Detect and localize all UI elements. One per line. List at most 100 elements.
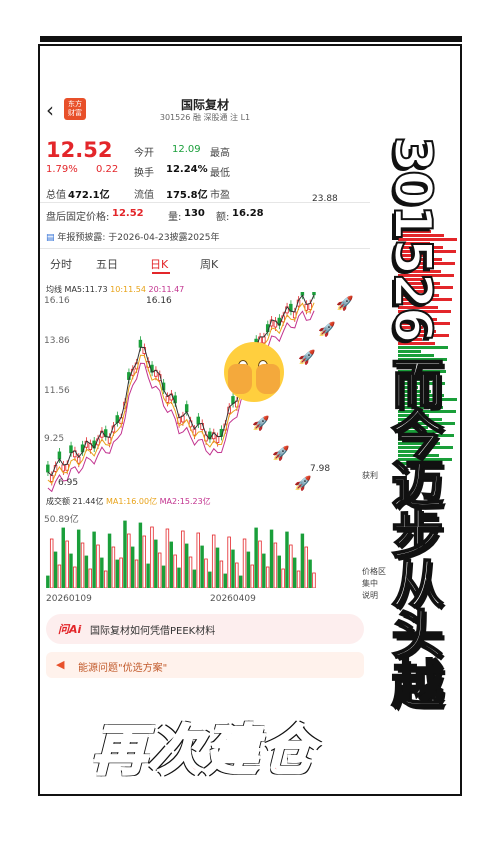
vertical-slogan: 301526 而今迈步从头越: [362, 46, 460, 794]
volume-bar: [61, 527, 65, 588]
volume-bar: [304, 546, 308, 588]
volume-ma2: MA2:15.23亿: [159, 497, 211, 506]
volume-bar: [142, 535, 146, 588]
volume-bar: [289, 544, 293, 588]
top-border: [40, 36, 462, 42]
face-covering-emoji: [224, 342, 284, 402]
megaphone-icon: ◀: [56, 658, 65, 671]
active-tab-indicator: [152, 272, 170, 274]
volume-value: 130: [184, 208, 205, 219]
candle: [312, 292, 316, 296]
volume-bar: [215, 547, 220, 588]
volume-bar: [69, 553, 73, 588]
date-label: 20260109: [46, 594, 92, 604]
volume-bar: [246, 551, 251, 588]
emoji-hand: [228, 364, 252, 394]
y-tick-label: 16.16: [44, 296, 70, 306]
volume-bar: [204, 558, 208, 588]
calendar-icon: ▤: [46, 233, 58, 243]
candle: [184, 404, 189, 413]
volume-bar: [169, 541, 173, 588]
vertical-slogan-text: 301526 而今迈步从头越: [381, 135, 443, 708]
volume-bar: [49, 538, 54, 588]
candle: [46, 464, 50, 473]
after-hours-price: 12.52: [112, 208, 144, 219]
tab-daily-k[interactable]: 日K: [150, 256, 168, 272]
recent-low-annotation: 7.98: [310, 464, 331, 474]
volume-bar: [123, 520, 127, 588]
candle: [262, 336, 266, 344]
divider: [40, 248, 370, 249]
volume-bar: [196, 532, 200, 588]
volume-bar: [157, 552, 162, 588]
volume-bar: [296, 570, 301, 588]
candle: [61, 464, 65, 472]
volume-bar: [188, 556, 193, 588]
tab-weekly-k[interactable]: 周K: [200, 256, 218, 272]
volume-bar: [227, 536, 231, 588]
volume-bar: [173, 554, 177, 588]
volume-bar: [281, 568, 285, 588]
volume-bar: [219, 560, 224, 588]
change-percent: 1.79%: [46, 164, 78, 175]
date-label: 20260409: [210, 594, 256, 604]
ai-question-bar[interactable]: 问Ai 国际复材如何凭借PEEK材料: [46, 614, 364, 644]
rocket-icon: 🚀: [252, 416, 270, 432]
news-notice[interactable]: ◀ 能源问题"优选方案": [46, 652, 364, 678]
volume-bar: [96, 544, 100, 588]
volume-bar: [184, 543, 189, 588]
volume-bar: [223, 573, 227, 588]
volume-bar: [65, 540, 69, 588]
low-annotation: 6.95: [58, 478, 79, 488]
float-mv-value: 175.8亿: [166, 190, 208, 201]
volume-bar: [73, 566, 77, 588]
volume-bar: [211, 534, 216, 588]
ai-logo: 问Ai: [58, 623, 82, 636]
volume-header: 成交额 21.44亿 MA1:16.00亿 MA2:15.23亿: [46, 496, 211, 507]
stock-code: 301526 融 深股通 注 L1: [159, 113, 251, 122]
open-value: 12.09: [172, 144, 201, 155]
volume-bar: [146, 563, 150, 588]
tab-five-day[interactable]: 五日: [96, 256, 118, 272]
rocket-icon: 🚀: [336, 296, 354, 312]
current-price: 12.52: [46, 138, 113, 162]
stock-name: 国际复材: [180, 98, 229, 112]
volume-bar: [308, 559, 312, 588]
volume-bar: [238, 575, 243, 588]
volume-bar: [127, 533, 131, 588]
volume-bar: [80, 542, 85, 588]
high-annotation: 23.88: [312, 194, 338, 204]
volume-bar: [134, 559, 139, 588]
turnover-value: 12.24%: [166, 164, 208, 175]
volume-bar: [119, 557, 123, 588]
mid-high-annotation: 16.16: [146, 296, 172, 306]
volume-bar: [258, 540, 262, 588]
volume-bar: [46, 575, 50, 588]
forecast-notice[interactable]: ▤ 年报预披露: 于2026-04-23披露2025年: [46, 230, 219, 243]
pe-label: 市盈: [210, 190, 230, 201]
volume-bar: [250, 564, 254, 588]
tab-intraday[interactable]: 分时: [50, 256, 72, 272]
volume-bar: [208, 571, 212, 588]
rocket-icon: 🚀: [298, 350, 316, 366]
volume-bar: [277, 555, 281, 588]
volume-chart[interactable]: [40, 508, 370, 588]
volume-bar: [165, 528, 170, 588]
stock-app: ‹ 东方 财富 国际复材 301526 融 深股通 注 L1 12.52 1.79…: [40, 46, 370, 794]
rocket-icon: 🚀: [318, 322, 336, 338]
volume-bar: [235, 562, 239, 588]
volume-bar: [138, 522, 143, 588]
rocket-icon: 🚀: [272, 446, 290, 462]
volume-bar: [103, 570, 108, 588]
chart-tabs: 分时 五日 日K 周K: [40, 252, 370, 276]
ai-question-text: 国际复材如何凭借PEEK材料: [90, 626, 216, 637]
emoji-hand: [256, 364, 280, 394]
rocket-icon: 🚀: [294, 476, 312, 492]
y-tick-label: 9.25: [44, 434, 65, 444]
candle: [57, 451, 62, 460]
volume-bar: [285, 531, 289, 588]
volume-bar: [262, 553, 266, 588]
volume-bar: [111, 546, 116, 588]
volume-bar: [84, 555, 89, 588]
volume-bar: [57, 564, 62, 588]
